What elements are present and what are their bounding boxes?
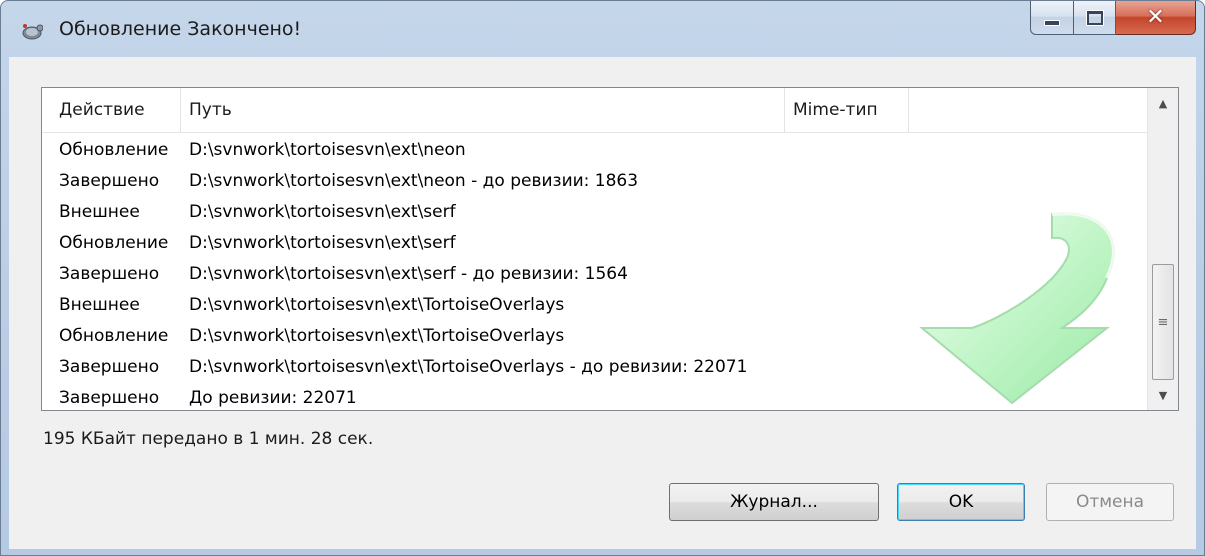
row-path: D:\svnwork\tortoisesvn\ext\neon - до рев… xyxy=(189,170,639,191)
tortoisesvn-icon xyxy=(21,21,44,41)
row-path: D:\svnwork\tortoisesvn\ext\TortoiseOverl… xyxy=(189,325,565,346)
ok-button[interactable]: OK xyxy=(897,483,1025,521)
row-path: До ревизии: 22071 xyxy=(189,387,357,408)
list-row[interactable]: Завершено До ревизии: 22071 xyxy=(42,382,1148,410)
cancel-button[interactable]: Отмена xyxy=(1046,483,1174,521)
transfer-status: 195 КБайт передано в 1 мин. 28 сек. xyxy=(43,429,374,449)
list-rows: Обновление D:\svnwork\tortoisesvn\ext\neo… xyxy=(42,134,1148,410)
column-header-path[interactable]: Путь xyxy=(181,88,785,132)
row-path: D:\svnwork\tortoisesvn\ext\neon xyxy=(189,139,466,160)
row-action: Завершено xyxy=(59,263,160,284)
list-row[interactable]: Завершено D:\svnwork\tortoisesvn\ext\Tort… xyxy=(42,351,1148,382)
list-row[interactable]: Завершено D:\svnwork\tortoisesvn\ext\serf… xyxy=(42,258,1148,289)
list-row[interactable]: Обновление D:\svnwork\tortoisesvn\ext\neo… xyxy=(42,134,1148,165)
row-action: Завершено xyxy=(59,170,160,191)
row-path: D:\svnwork\tortoisesvn\ext\TortoiseOverl… xyxy=(189,356,748,377)
row-action: Обновление xyxy=(59,325,169,346)
row-path: D:\svnwork\tortoisesvn\ext\TortoiseOverl… xyxy=(189,294,565,315)
scroll-up-button[interactable]: ▲ xyxy=(1148,88,1178,118)
close-icon: ✕ xyxy=(1146,4,1165,30)
close-button[interactable]: ✕ xyxy=(1116,1,1196,35)
row-action: Внешнее xyxy=(59,294,140,315)
list-row[interactable]: Обновление D:\svnwork\tortoisesvn\ext\Tor… xyxy=(42,320,1148,351)
row-action: Завершено xyxy=(59,387,160,408)
maximize-button[interactable] xyxy=(1074,1,1116,35)
column-header-mime[interactable]: Mime-тип xyxy=(785,88,909,132)
minimize-icon xyxy=(1044,19,1060,26)
row-path: D:\svnwork\tortoisesvn\ext\serf xyxy=(189,232,456,253)
row-action: Внешнее xyxy=(59,201,140,222)
grip-icon: ≡ xyxy=(1157,314,1169,330)
row-path: D:\svnwork\tortoisesvn\ext\serf - до рев… xyxy=(189,263,628,284)
list-row[interactable]: Внешнее D:\svnwork\tortoisesvn\ext\Tortoi… xyxy=(42,289,1148,320)
list-row[interactable]: Внешнее D:\svnwork\tortoisesvn\ext\serf xyxy=(42,196,1148,227)
list-header: Действие Путь Mime-тип xyxy=(42,88,1148,133)
row-action: Обновление xyxy=(59,232,169,253)
scroll-up-arrow-icon: ▲ xyxy=(1158,96,1168,110)
title-bar[interactable]: Обновление Закончено! ✕ xyxy=(1,1,1204,57)
maximize-icon xyxy=(1086,10,1103,25)
scroll-down-arrow-icon: ▼ xyxy=(1158,388,1168,402)
scroll-thumb[interactable]: ≡ xyxy=(1152,264,1174,380)
log-button[interactable]: Журнал... xyxy=(669,483,879,521)
window-title: Обновление Закончено! xyxy=(59,18,302,40)
scroll-down-button[interactable]: ▼ xyxy=(1148,380,1178,410)
column-header-action[interactable]: Действие xyxy=(42,88,181,132)
row-path: D:\svnwork\tortoisesvn\ext\serf xyxy=(189,201,456,222)
update-list[interactable]: Действие Путь Mime-тип Обновление D:\svnw… xyxy=(41,87,1179,411)
caption-buttons: ✕ xyxy=(1030,1,1196,37)
update-dialog-window: Обновление Закончено! ✕ Действие Путь Mi… xyxy=(0,0,1205,556)
vertical-scrollbar[interactable]: ▲ ≡ ▼ xyxy=(1147,88,1178,410)
row-action: Завершено xyxy=(59,356,160,377)
dialog-client-area: Действие Путь Mime-тип Обновление D:\svnw… xyxy=(9,57,1196,549)
row-action: Обновление xyxy=(59,139,169,160)
list-row[interactable]: Обновление D:\svnwork\tortoisesvn\ext\ser… xyxy=(42,227,1148,258)
list-row[interactable]: Завершено D:\svnwork\tortoisesvn\ext\neon… xyxy=(42,165,1148,196)
minimize-button[interactable] xyxy=(1030,1,1074,35)
